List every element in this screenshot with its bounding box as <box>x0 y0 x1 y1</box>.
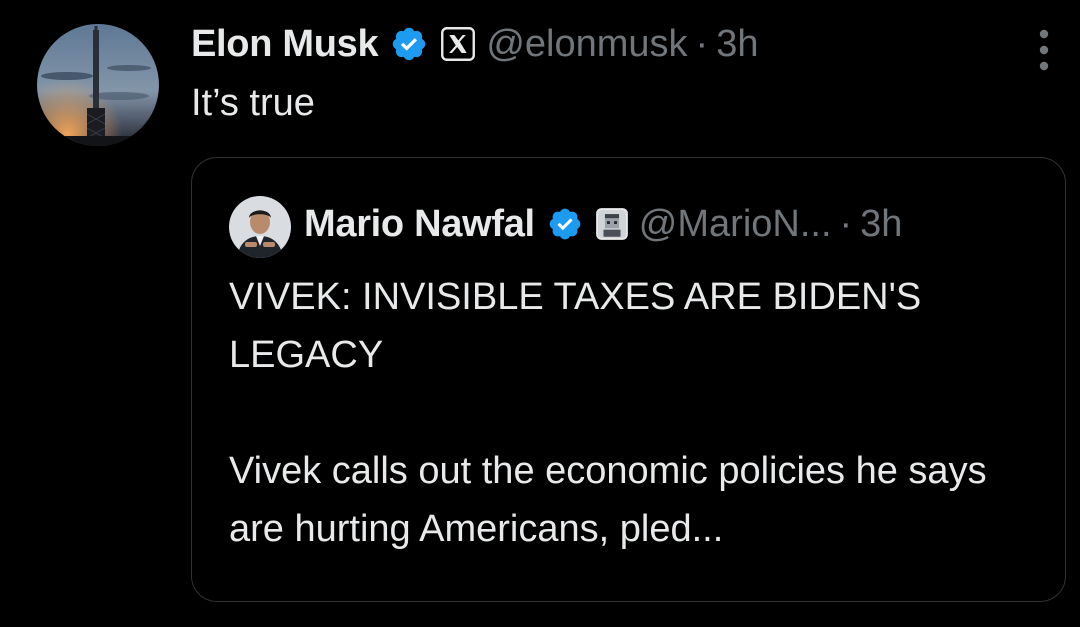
tweet-text: It’s true <box>191 82 315 124</box>
author-avatar[interactable] <box>37 24 159 146</box>
x-logo-icon[interactable] <box>440 26 476 62</box>
quoted-tweet-card[interactable]: Mario Nawfal @MarioN... · 3h VIVEK: INVI… <box>191 157 1066 602</box>
affiliate-avatar-icon[interactable] <box>595 207 629 241</box>
quote-author-avatar[interactable] <box>229 196 291 258</box>
author-handle[interactable]: @elonmusk <box>486 23 687 66</box>
quote-author-display-name[interactable]: Mario Nawfal <box>304 203 535 246</box>
tweet: Elon Musk @elonmusk · 3h It’s true Mario… <box>0 0 1080 627</box>
quote-header-separator: · <box>839 202 853 245</box>
quote-timestamp[interactable]: 3h <box>860 203 902 246</box>
author-display-name[interactable]: Elon Musk <box>191 23 379 66</box>
quote-header: Mario Nawfal @MarioN... · 3h <box>304 198 902 250</box>
quote-author-handle[interactable]: @MarioN... <box>639 203 832 246</box>
quote-text: VIVEK: INVISIBLE TAXES ARE BIDEN'S LEGAC… <box>229 276 987 550</box>
verified-badge-icon[interactable] <box>390 25 428 63</box>
tweet-timestamp[interactable]: 3h <box>716 23 758 66</box>
header-separator: · <box>695 22 709 65</box>
rocket-launch-avatar-image <box>37 24 159 146</box>
person-avatar-image <box>229 196 291 258</box>
quote-verified-badge-icon[interactable] <box>547 206 583 242</box>
more-options-icon[interactable] <box>1020 24 1068 76</box>
tweet-header: Elon Musk @elonmusk · 3h <box>191 18 758 70</box>
